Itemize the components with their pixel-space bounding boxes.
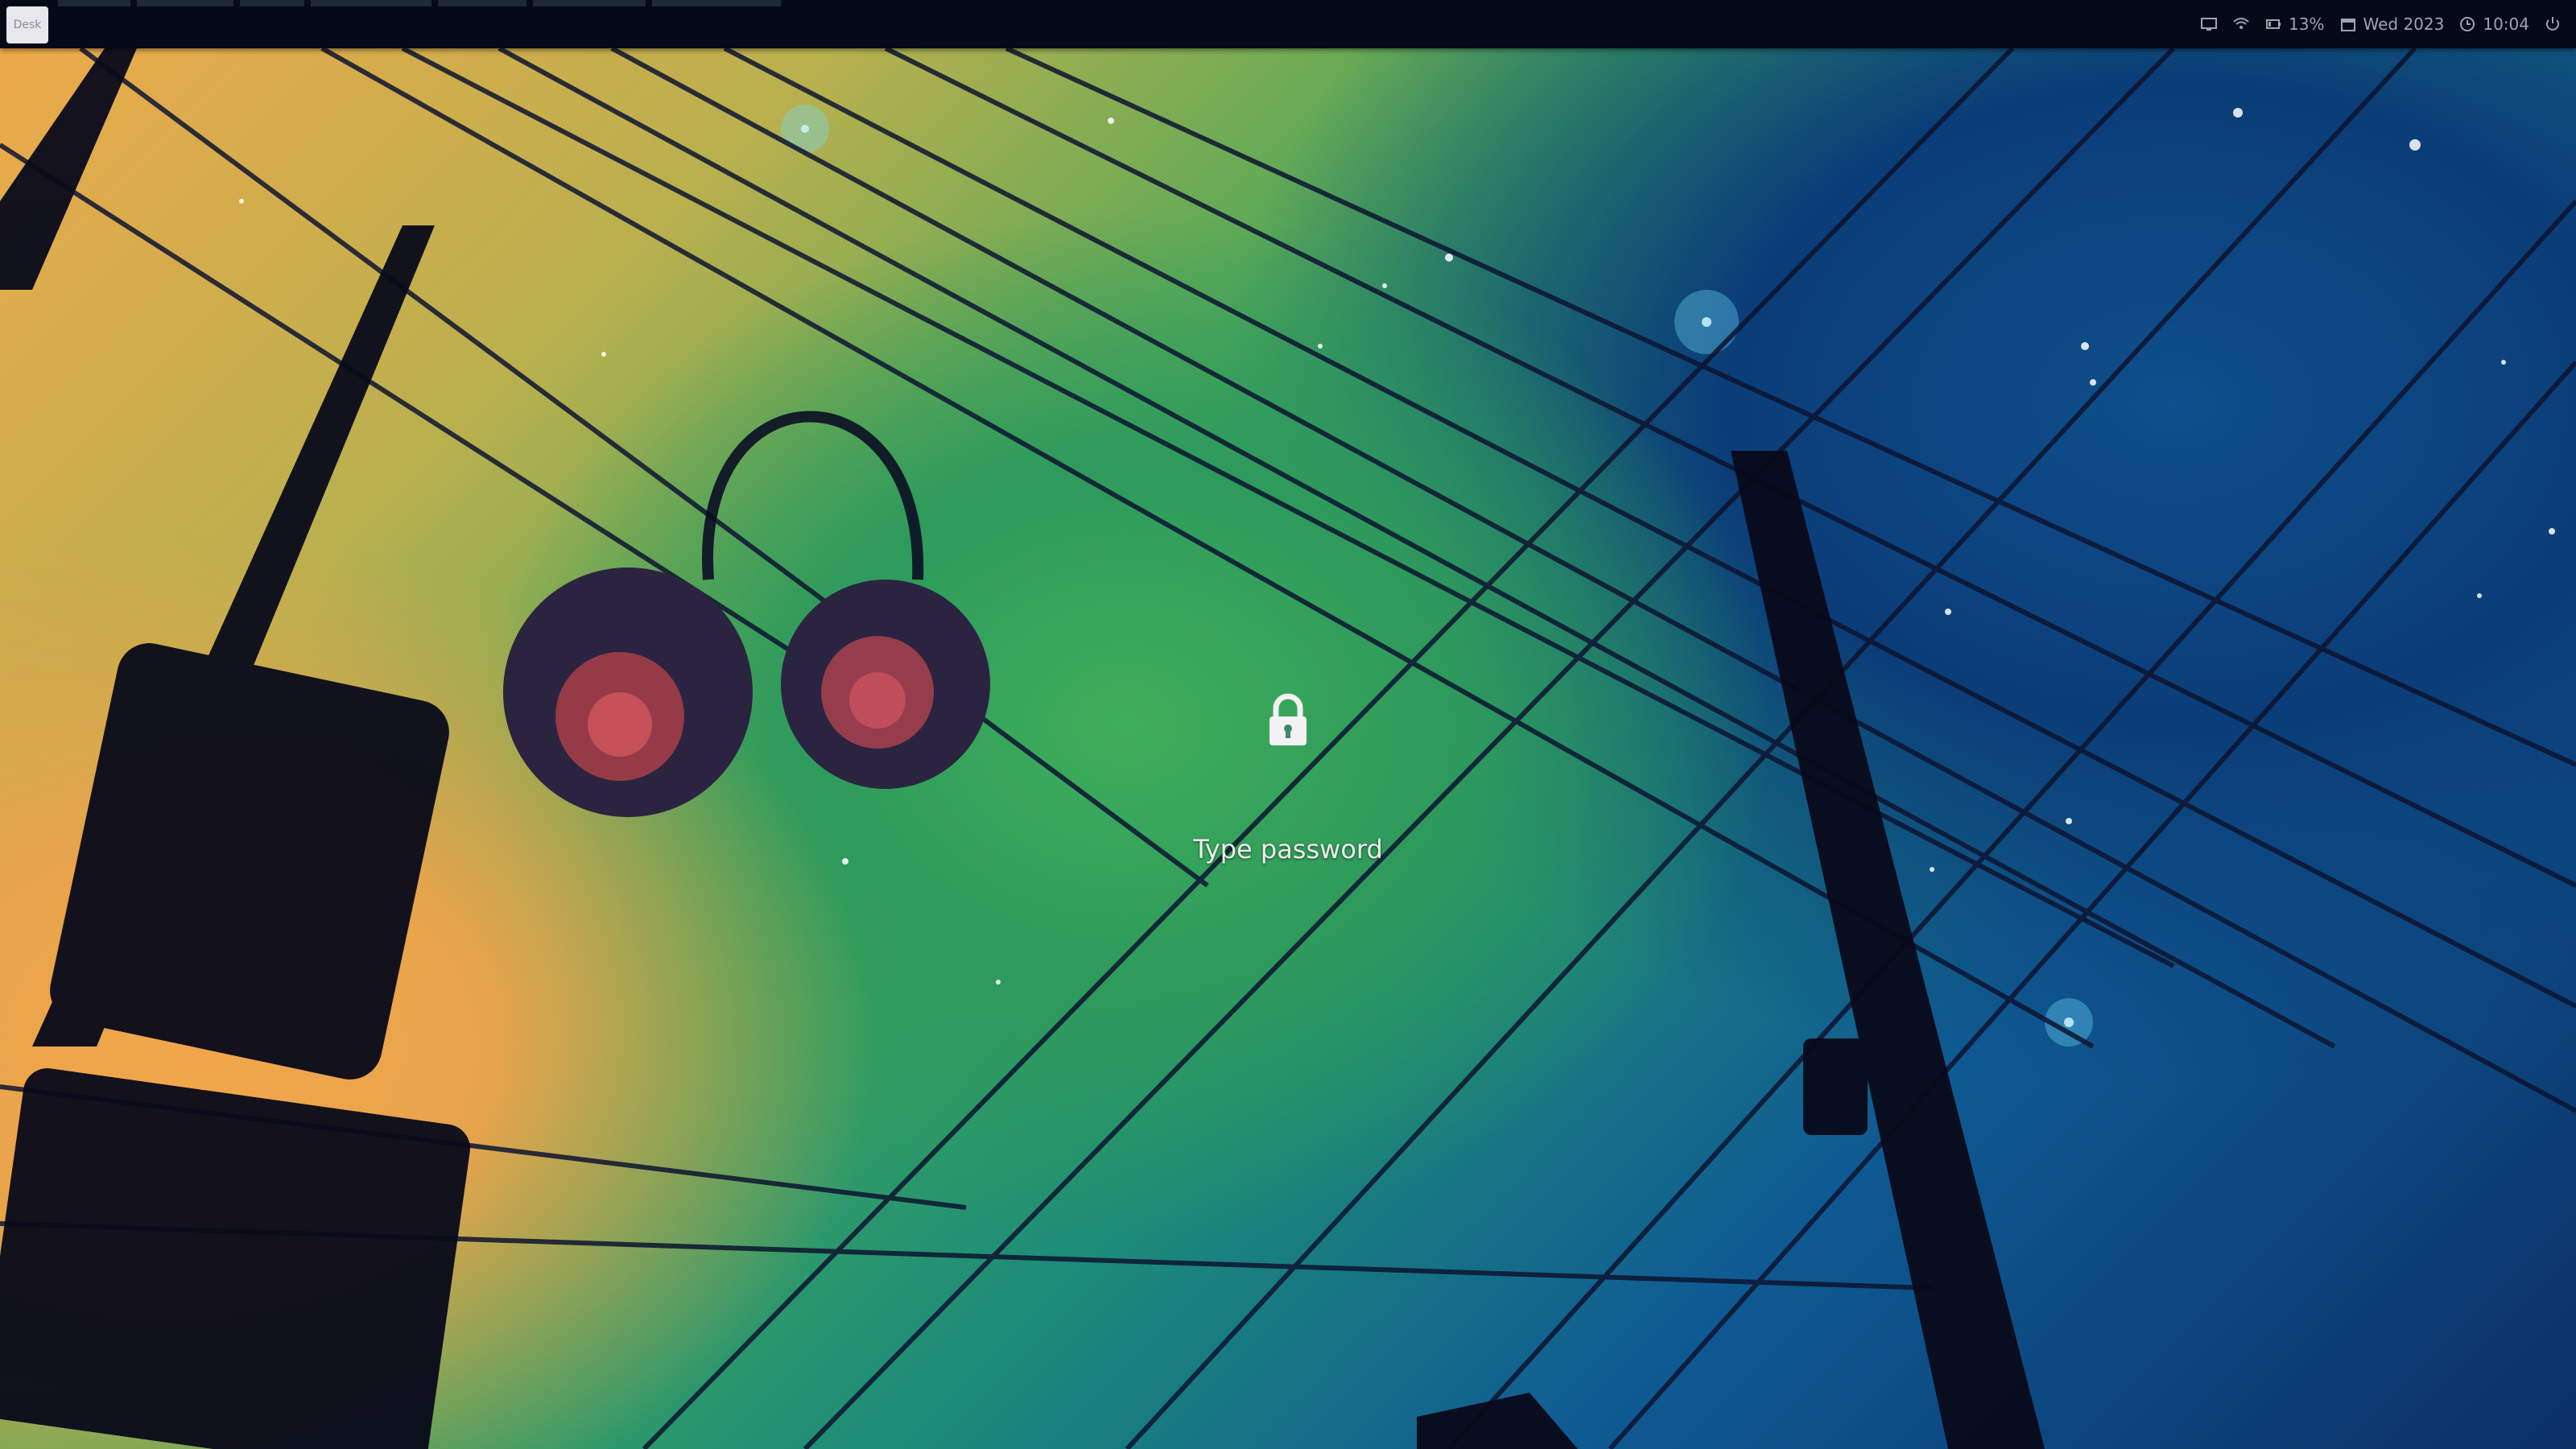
- taskbar-item[interactable]: [311, 0, 431, 6]
- battery-icon: [2266, 19, 2281, 29]
- wifi-icon[interactable]: [2232, 15, 2250, 33]
- password-prompt[interactable]: Type password: [1127, 834, 1449, 865]
- date-indicator[interactable]: Wed 2023: [2339, 14, 2445, 34]
- taskbar-item[interactable]: [137, 0, 233, 6]
- clock-indicator[interactable]: 10:04: [2458, 14, 2529, 34]
- workspace-button[interactable]: Desk: [6, 6, 48, 43]
- taskbar-item[interactable]: [240, 0, 304, 6]
- battery-text: 13%: [2289, 14, 2325, 34]
- workspace-label: Desk: [13, 19, 42, 31]
- lock-icon: [1269, 693, 1307, 745]
- date-text: Wed 2023: [2363, 14, 2445, 34]
- taskbar-item[interactable]: [58, 0, 130, 6]
- system-tray: 13% Wed 2023 10:04: [2200, 0, 2562, 48]
- lock-screen: Desk 13% Wed 2023 10:04 Type password: [0, 0, 2576, 1449]
- power-icon[interactable]: [2544, 15, 2562, 33]
- taskbar-strip: [58, 0, 943, 6]
- top-panel: Desk 13% Wed 2023 10:04: [0, 0, 2576, 48]
- display-icon[interactable]: [2200, 15, 2218, 33]
- battery-indicator[interactable]: 13%: [2264, 14, 2325, 34]
- taskbar-item[interactable]: [533, 0, 646, 6]
- calendar-icon: [2340, 19, 2355, 31]
- clock-icon: [2460, 17, 2475, 31]
- taskbar-item[interactable]: [438, 0, 526, 6]
- lock-indicator: [1208, 692, 1368, 749]
- taskbar-item[interactable]: [652, 0, 781, 6]
- time-text: 10:04: [2483, 14, 2529, 34]
